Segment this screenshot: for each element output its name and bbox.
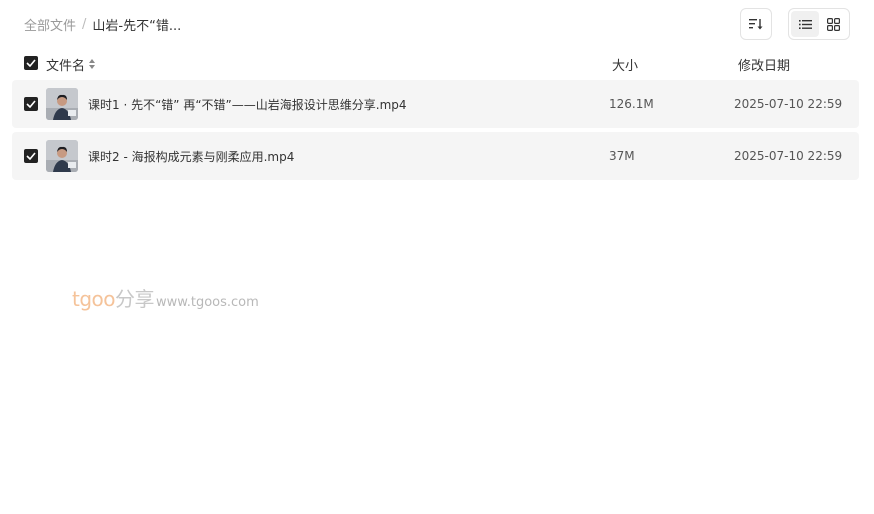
grid-view-button[interactable]	[819, 11, 847, 37]
grid-view-icon	[826, 17, 840, 31]
breadcrumb-current-folder: 山岩-先不“错...	[92, 18, 182, 34]
video-thumbnail	[46, 88, 78, 120]
row-checkbox[interactable]	[24, 97, 38, 111]
file-table-header: 文件名 大小 修改日期	[24, 54, 854, 74]
file-size: 126.1M	[609, 97, 654, 111]
list-view-icon	[798, 19, 812, 29]
watermark-brand-latin: tgoo	[72, 287, 116, 311]
checkmark-icon	[26, 59, 36, 67]
sort-icon	[749, 19, 763, 30]
watermark: tgoo分享 www.tgoos.com	[72, 283, 259, 312]
watermark-brand-cjk: 分享	[115, 287, 155, 311]
checkmark-icon	[26, 152, 36, 160]
column-header-name-label: 文件名	[46, 58, 86, 74]
file-row[interactable]: 课时1 · 先不“错” 再“不错”——山岩海报设计思维分享.mp4 126.1M…	[12, 80, 859, 128]
video-thumbnail	[46, 140, 78, 172]
file-size: 37M	[609, 149, 635, 163]
breadcrumb-root-link[interactable]: 全部文件	[24, 15, 76, 34]
watermark-brand: tgoo分享	[72, 283, 155, 312]
file-name[interactable]: 课时1 · 先不“错” 再“不错”——山岩海报设计思维分享.mp4	[88, 80, 407, 128]
file-name[interactable]: 课时2 - 海报构成元素与刚柔应用.mp4	[88, 132, 294, 180]
list-view-button[interactable]	[791, 11, 819, 37]
sort-arrows-icon[interactable]	[89, 59, 96, 69]
select-all-checkbox[interactable]	[24, 56, 38, 70]
sort-button[interactable]	[740, 8, 772, 40]
file-row[interactable]: 课时2 - 海报构成元素与刚柔应用.mp4 37M 2025-07-10 22:…	[12, 132, 859, 180]
file-modified-date: 2025-07-10 22:59	[734, 97, 843, 111]
breadcrumb: 全部文件 / 山岩-先不“错...	[24, 14, 181, 34]
file-modified-date: 2025-07-10 22:59	[734, 149, 843, 163]
checkmark-icon	[26, 100, 36, 108]
watermark-url: www.tgoos.com	[156, 295, 259, 310]
breadcrumb-separator: /	[82, 16, 87, 32]
column-header-modified[interactable]: 修改日期	[738, 54, 790, 74]
column-header-name[interactable]: 文件名	[46, 54, 96, 74]
row-checkbox[interactable]	[24, 149, 38, 163]
view-mode-toggle	[788, 8, 850, 40]
column-header-size[interactable]: 大小	[612, 54, 638, 74]
